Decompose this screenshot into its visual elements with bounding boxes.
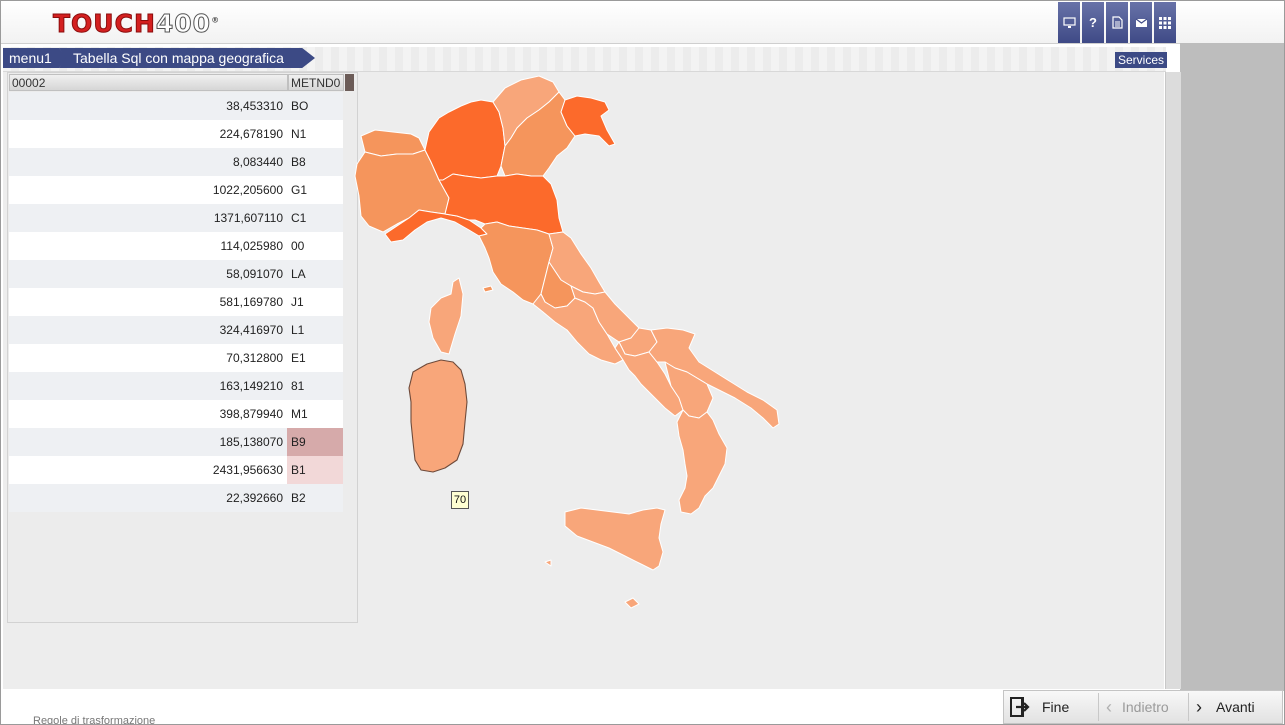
header-toolbar: ?	[1058, 2, 1178, 43]
table-row[interactable]: 70,312800 E1	[9, 344, 343, 372]
chevron-left-icon: ‹	[1106, 696, 1112, 717]
breadcrumb-item-menu1[interactable]: menu1	[3, 48, 67, 68]
map-tooltip: 70	[451, 491, 469, 509]
cell-code: 81	[291, 379, 305, 393]
cell-code: M1	[291, 407, 308, 421]
monitor-icon[interactable]	[1058, 2, 1080, 43]
cell-code: G1	[291, 183, 308, 197]
background-label: Regole di trasformazione	[33, 715, 156, 725]
cell-code: B8	[291, 155, 306, 169]
table-row[interactable]: 185,138070 B9	[9, 428, 343, 456]
table-row[interactable]: 163,149210 81	[9, 372, 343, 400]
table-row[interactable]: 581,169780 J1	[9, 288, 343, 316]
map-region-valle-aosta[interactable]	[360, 129, 426, 157]
cell-code: E1	[291, 351, 306, 365]
cell-value: 38,453310	[226, 99, 283, 113]
mail-icon[interactable]	[1130, 2, 1152, 43]
cell-value: 58,091070	[226, 267, 283, 281]
cell-value: 185,138070	[219, 435, 283, 449]
exit-icon	[1010, 697, 1030, 717]
table-header: 00002 METND0	[9, 74, 355, 91]
fine-button[interactable]: Fine	[1010, 691, 1069, 723]
app-window: TOUCH400® ? menu1 Tabella Sql con mappa …	[0, 0, 1285, 725]
cell-value: 1022,205600	[212, 183, 283, 197]
map-region-eolie[interactable]	[624, 597, 640, 609]
cell-value: 1371,607110	[213, 211, 283, 225]
services-button[interactable]: Services	[1115, 52, 1168, 68]
cell-value: 324,416970	[219, 323, 283, 337]
cell-value: 163,149210	[219, 379, 283, 393]
table-row[interactable]: 1371,607110 C1	[9, 204, 343, 232]
next-button[interactable]: › Avanti	[1196, 691, 1255, 723]
cell-code: N1	[291, 127, 307, 141]
table-row[interactable]: 58,091070 LA	[9, 260, 343, 288]
document-icon[interactable]	[1106, 2, 1128, 43]
help-icon[interactable]: ?	[1082, 2, 1104, 43]
map-region-sardegna[interactable]	[408, 359, 468, 473]
chevron-right-icon: ›	[1196, 696, 1202, 717]
table-row[interactable]: 224,678190 N1	[9, 120, 343, 148]
cell-code: LA	[291, 267, 306, 281]
map-region-calabria[interactable]	[676, 409, 728, 515]
header-bar: TOUCH400® ?	[1, 1, 1284, 44]
table-row[interactable]: 8,083440 B8	[9, 148, 343, 176]
cell-value: 398,879940	[219, 407, 283, 421]
cell-code: B9	[287, 428, 343, 456]
map-region-sicilia[interactable]	[564, 507, 666, 571]
map-region-elba[interactable]	[482, 285, 494, 293]
map-region-lombardia[interactable]	[424, 99, 506, 181]
column-header-code[interactable]: METND0	[288, 74, 344, 91]
map-region-ustica[interactable]	[544, 559, 552, 567]
breadcrumb-item-current-page: Tabella Sql con mappa geografica	[59, 48, 315, 68]
footer-separator	[1098, 693, 1099, 721]
table-row[interactable]: 114,025980 00	[9, 232, 343, 260]
column-header-value[interactable]: 00002	[9, 74, 288, 91]
breadcrumb: menu1 Tabella Sql con mappa geografica S…	[3, 47, 1168, 72]
cell-code: B2	[291, 491, 306, 505]
grid-icon[interactable]	[1154, 2, 1176, 43]
data-table: 00002 METND0 38,453310 BO 224,678190 N1 8,08…	[7, 72, 358, 623]
app-logo: TOUCH400®	[52, 9, 221, 39]
cell-value: 114,025980	[220, 239, 283, 253]
italy-map	[354, 75, 780, 609]
table-row[interactable]: 38,453310 BO	[9, 92, 343, 120]
cell-value: 581,169780	[219, 295, 283, 309]
cell-code: 00	[291, 239, 305, 253]
cell-code: C1	[291, 211, 307, 225]
table-body: 38,453310 BO 224,678190 N1 8,083440 B8 1022,20…	[9, 92, 343, 512]
cell-code: L1	[291, 323, 305, 337]
cell-code: J1	[291, 295, 304, 309]
table-row[interactable]: 2431,956630 B1	[9, 456, 343, 484]
table-row[interactable]: 22,392660 B2	[9, 484, 343, 512]
cell-code: B1	[287, 456, 343, 484]
cell-value: 224,678190	[219, 127, 283, 141]
table-row[interactable]: 1022,205600 G1	[9, 176, 343, 204]
cell-value: 2431,956630	[212, 463, 283, 477]
main-content: 00002 METND0 38,453310 BO 224,678190 N1 8,08…	[3, 72, 1164, 689]
back-button[interactable]: ‹ Indietro	[1106, 691, 1169, 723]
cell-value: 22,392660	[226, 491, 283, 505]
cell-code: BO	[291, 99, 309, 113]
side-panel	[1180, 43, 1284, 691]
cell-value: 70,312800	[226, 351, 283, 365]
cell-value: 8,083440	[232, 155, 283, 169]
table-row[interactable]: 398,879940 M1	[9, 400, 343, 428]
map-region-corsica[interactable]	[428, 277, 464, 355]
footer-separator	[1188, 693, 1189, 721]
table-row[interactable]: 324,416970 L1	[9, 316, 343, 344]
vertical-scrollbar[interactable]	[1165, 72, 1181, 689]
footer-nav: Fine ‹ Indietro › Avanti	[1003, 690, 1283, 724]
